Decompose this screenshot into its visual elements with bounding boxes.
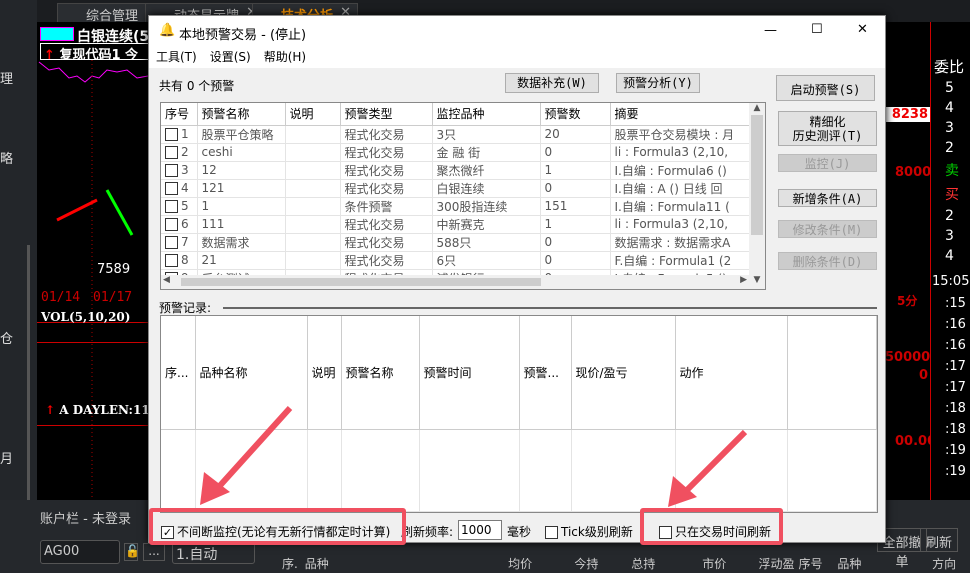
annotation-arrows <box>200 405 748 507</box>
